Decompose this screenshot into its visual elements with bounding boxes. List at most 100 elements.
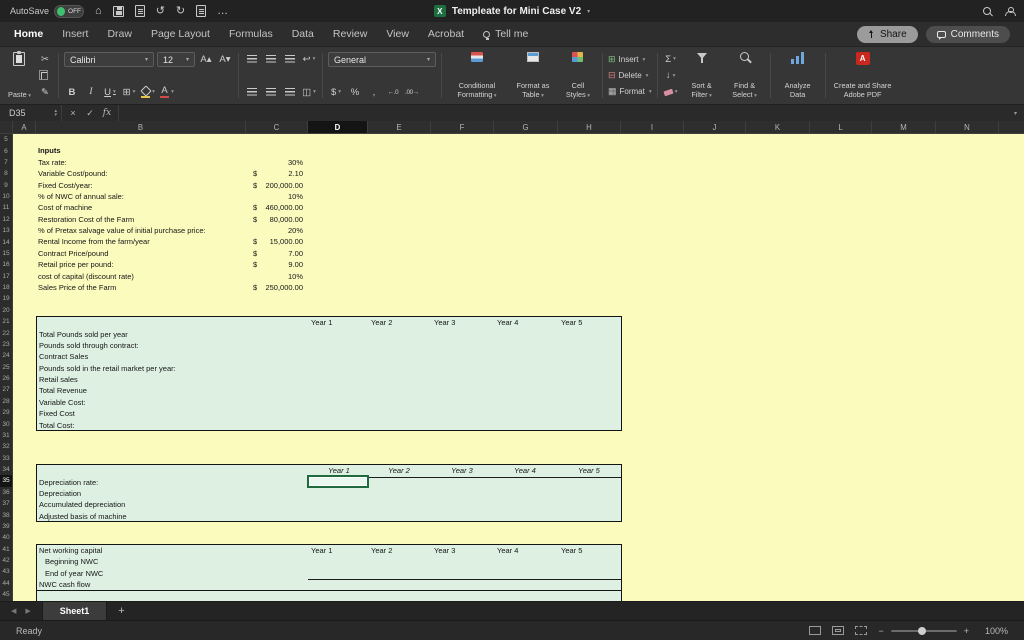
table-row[interactable]: Pounds sold in the retail market per yea… xyxy=(37,363,621,374)
revenue-table[interactable]: Year 1 Year 2 Year 3 Year 4 Year 5 Total… xyxy=(36,316,622,431)
input-row[interactable]: Rental Income from the farm/year$15,000.… xyxy=(0,236,1024,247)
depreciation-table[interactable]: Year 1 Year 2 Year 3 Year 4 Year 5 Depre… xyxy=(36,464,622,522)
bold-button[interactable]: B xyxy=(64,85,80,99)
zoom-slider[interactable] xyxy=(891,630,957,632)
row-header-10[interactable]: 10 xyxy=(0,191,12,202)
analyze-data-button[interactable]: Analyze Data xyxy=(776,50,820,101)
row-header-27[interactable]: 27 xyxy=(0,384,12,395)
input-row[interactable]: Contract Price/pound$7.00 xyxy=(0,248,1024,259)
new-document-icon[interactable] xyxy=(196,5,206,17)
row-header-17[interactable]: 17 xyxy=(0,271,12,282)
autosave-control[interactable]: AutoSave OFF xyxy=(10,5,84,18)
tab-view[interactable]: View xyxy=(386,28,409,40)
input-row[interactable]: Variable Cost/pound:$2.10 xyxy=(0,168,1024,179)
undo-icon[interactable]: ↺ xyxy=(156,6,165,17)
percent-style-button[interactable]: % xyxy=(347,85,363,99)
column-header-C[interactable]: C xyxy=(246,121,308,134)
year-header[interactable]: Year 4 xyxy=(494,317,554,328)
redo-icon[interactable]: ↻ xyxy=(176,6,185,17)
row-header-5[interactable]: 5 xyxy=(0,134,12,145)
row-header-28[interactable]: 28 xyxy=(0,396,12,407)
tab-data[interactable]: Data xyxy=(292,28,314,40)
year-header[interactable]: Year 1 xyxy=(308,317,368,328)
tab-acrobat[interactable]: Acrobat xyxy=(428,28,464,40)
underline-button[interactable]: U xyxy=(102,85,118,99)
find-select-button[interactable]: Find & Select xyxy=(725,50,765,101)
row-header-24[interactable]: 24 xyxy=(0,350,12,361)
fill-color-button[interactable] xyxy=(140,85,156,99)
row-header-32[interactable]: 32 xyxy=(0,441,12,452)
formula-input[interactable] xyxy=(119,105,1007,121)
page-layout-view-icon[interactable] xyxy=(832,626,844,635)
autosum-button[interactable]: Σ xyxy=(663,52,679,66)
row-header-8[interactable]: 8 xyxy=(0,168,12,179)
align-bottom-button[interactable] xyxy=(282,52,298,66)
title-chevron-icon[interactable]: ▾ xyxy=(587,8,590,15)
autosave-toggle[interactable]: OFF xyxy=(54,5,84,18)
row-header-13[interactable]: 13 xyxy=(0,225,12,236)
font-size-select[interactable]: 12 xyxy=(157,52,195,67)
row-header-29[interactable]: 29 xyxy=(0,407,12,418)
comma-style-button[interactable]: , xyxy=(366,85,382,99)
table-row[interactable]: Beginning NWC xyxy=(37,556,621,567)
zoom-slider-thumb[interactable] xyxy=(918,627,926,635)
row-header-35[interactable]: 35 xyxy=(0,475,12,486)
home-icon[interactable]: ⌂ xyxy=(95,6,102,17)
year-header[interactable]: Year 3 xyxy=(431,545,491,556)
cancel-button[interactable]: × xyxy=(65,105,81,121)
input-row[interactable]: Retail price per pound:$9.00 xyxy=(0,259,1024,270)
insert-cells-button[interactable]: ⊞Insert xyxy=(608,52,652,67)
clear-button[interactable] xyxy=(663,85,679,99)
cut-button[interactable]: ✂ xyxy=(37,52,53,66)
print-icon[interactable] xyxy=(135,5,145,17)
row-header-21[interactable]: 21 xyxy=(0,316,12,327)
search-icon[interactable] xyxy=(983,7,991,15)
format-painter-button[interactable]: ✎ xyxy=(37,85,53,99)
save-icon[interactable] xyxy=(113,6,124,17)
name-box[interactable]: D35 ▴▾ xyxy=(0,105,62,121)
tab-page-layout[interactable]: Page Layout xyxy=(151,28,210,40)
table-row[interactable]: Total Pounds sold per year xyxy=(37,329,621,340)
next-sheet-icon[interactable]: ▶ xyxy=(25,607,30,615)
conditional-formatting-button[interactable]: Conditional Formatting xyxy=(447,50,507,101)
input-row[interactable]: Sales Price of the Farm$250,000.00 xyxy=(0,282,1024,293)
column-header-A[interactable]: A xyxy=(13,121,36,134)
row-header-38[interactable]: 38 xyxy=(0,509,12,520)
column-header-J[interactable]: J xyxy=(684,121,746,134)
row-header-41[interactable]: 41 xyxy=(0,544,12,555)
delete-cells-button[interactable]: ⊟Delete xyxy=(608,68,652,83)
copy-button[interactable] xyxy=(37,69,53,83)
column-header-K[interactable]: K xyxy=(746,121,810,134)
paste-button[interactable]: Paste xyxy=(5,50,34,101)
row-header-34[interactable]: 34 xyxy=(0,464,12,475)
row-header-15[interactable]: 15 xyxy=(0,248,12,259)
input-row[interactable]: cost of capital (discount rate)10% xyxy=(0,271,1024,282)
page-break-view-icon[interactable] xyxy=(855,626,867,635)
spreadsheet-grid[interactable]: 5678910111213141516171819202122232425262… xyxy=(0,134,1024,601)
row-header-12[interactable]: 12 xyxy=(0,214,12,225)
zoom-out-button[interactable]: − xyxy=(878,626,883,636)
tab-insert[interactable]: Insert xyxy=(62,28,88,40)
column-header-N[interactable]: N xyxy=(936,121,999,134)
year-header[interactable]: Year 4 xyxy=(494,545,554,556)
row-header-16[interactable]: 16 xyxy=(0,259,12,270)
nwc-table[interactable]: Net working capital Year 1 Year 2 Year 3… xyxy=(36,544,622,591)
table-row[interactable]: Contract Sales xyxy=(37,351,621,362)
italic-button[interactable]: I xyxy=(83,85,99,99)
input-row[interactable]: % of Pretax salvage value of initial pur… xyxy=(0,225,1024,236)
add-sheet-button[interactable]: + xyxy=(107,605,135,617)
table-row[interactable]: Total Revenue xyxy=(37,385,621,396)
year-header[interactable]: Year 2 xyxy=(368,317,428,328)
input-row[interactable]: Tax rate:30% xyxy=(0,157,1024,168)
column-header-D[interactable]: D xyxy=(308,121,368,134)
nwc-title[interactable]: Net working capital xyxy=(39,545,102,556)
column-header-L[interactable]: L xyxy=(810,121,872,134)
row-header-26[interactable]: 26 xyxy=(0,373,12,384)
borders-button[interactable]: ⊞ xyxy=(121,85,137,99)
select-all-corner[interactable] xyxy=(0,121,13,134)
table-row[interactable]: Pounds sold through contract: xyxy=(37,340,621,351)
row-header-18[interactable]: 18 xyxy=(0,282,12,293)
decrease-decimal-button[interactable]: .00→ xyxy=(404,85,420,99)
tell-me-button[interactable]: Tell me xyxy=(483,28,528,40)
table-row[interactable]: Adjusted basis of machine xyxy=(37,511,621,522)
